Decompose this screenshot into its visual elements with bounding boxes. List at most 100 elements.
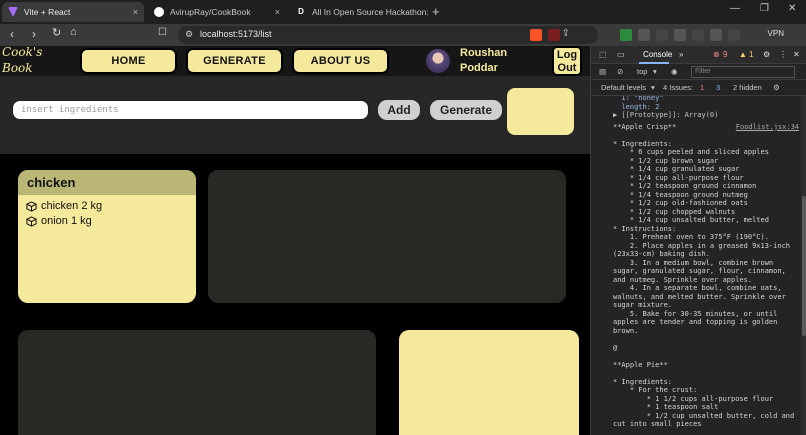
wallet-icon[interactable] bbox=[710, 29, 722, 41]
console-line: * 6 cups peeled and sliced apples bbox=[613, 148, 769, 156]
context-select[interactable]: top bbox=[637, 67, 647, 76]
vpn-button[interactable]: VPN bbox=[768, 29, 784, 38]
logo-line2: Book bbox=[2, 61, 33, 75]
console-line: 1. Preheat oven to 375°F (190°C). bbox=[613, 233, 769, 241]
github-icon bbox=[154, 7, 164, 17]
console-line: **Apple Pie** bbox=[613, 360, 668, 369]
console-line: * 1 1/2 cups all-purpose flour bbox=[613, 394, 774, 403]
console-line: 5. Bake for 30-35 minutes, or until bbox=[613, 309, 778, 318]
console-line: * 1/2 teaspoon ground cinnamon bbox=[613, 182, 757, 190]
browser-window: { "browser": { "tabs": [ {"title": "Vite… bbox=[0, 0, 806, 435]
ingredient-item: onion 1 kg bbox=[26, 215, 92, 227]
levels-dropdown[interactable]: Default levels bbox=[601, 83, 646, 92]
app-logo[interactable]: Cook's Book bbox=[2, 46, 62, 76]
tab-title: Vite + React bbox=[24, 7, 71, 17]
app-page: Cook's Book HOME GENERATE ABOUT US Roush… bbox=[0, 46, 590, 435]
issues-label[interactable]: 4 Issues: bbox=[663, 83, 693, 92]
close-tab-icon[interactable]: × bbox=[133, 7, 138, 17]
generate-button[interactable]: Generate bbox=[430, 100, 502, 120]
add-button[interactable]: Add bbox=[378, 100, 420, 120]
devtools-panel: ⬚ ▭ Console » ⊗ 9 ▲ 1 ⚙ ⋮ ✕ ▤ ⊘ top ▾ ◉ … bbox=[590, 46, 806, 435]
tab-hackathon[interactable]: D All In Open Source Hackathon: At th bbox=[290, 2, 428, 22]
kebab-menu-icon[interactable]: ⋮ bbox=[779, 50, 787, 59]
console-line: @ bbox=[613, 343, 618, 352]
error-count-icon[interactable]: ⊗ bbox=[713, 50, 720, 59]
console-scrollbar[interactable] bbox=[801, 96, 806, 435]
console-line: * 1/4 cup all-purpose flour bbox=[613, 173, 744, 182]
reload-icon[interactable]: ↻ bbox=[52, 26, 61, 39]
box-icon bbox=[26, 215, 37, 227]
console-line: * Ingredients: bbox=[613, 377, 673, 386]
empty-card bbox=[208, 170, 566, 303]
ingredient-controls: Add Generate bbox=[0, 76, 590, 154]
ingredient-card[interactable]: chicken chicken 2 kg onion 1 kg bbox=[18, 170, 196, 303]
share-icon[interactable]: ⇪ bbox=[562, 28, 570, 39]
console-line: * 1/2 cup unsalted butter, cold and bbox=[613, 411, 795, 420]
avatar[interactable] bbox=[426, 49, 450, 73]
menu-icon[interactable] bbox=[728, 29, 740, 41]
clear-console-icon[interactable]: ⊘ bbox=[617, 67, 623, 76]
brave-shield-icon[interactable] bbox=[530, 29, 542, 41]
source-link[interactable]: Foodlist.jsx:34 bbox=[736, 123, 799, 132]
issue-info-count[interactable]: 3 bbox=[716, 83, 720, 92]
console-line: length: 2 bbox=[613, 102, 660, 111]
result-box bbox=[507, 88, 574, 135]
logout-button[interactable]: Log Out bbox=[552, 46, 582, 76]
user-last-name: Poddar bbox=[460, 62, 498, 74]
tab-console[interactable]: Console bbox=[643, 50, 672, 59]
console-line: * 1 teaspoon salt bbox=[613, 403, 719, 411]
brave-rewards-icon[interactable] bbox=[548, 29, 560, 41]
settings-icon[interactable]: ⚙ bbox=[763, 50, 770, 59]
warning-count: 1 bbox=[749, 50, 754, 59]
recipe-list: chicken chicken 2 kg onion 1 kg bbox=[0, 154, 590, 435]
back-icon[interactable]: ‹ bbox=[10, 27, 14, 41]
close-devtools-icon[interactable]: ✕ bbox=[793, 50, 800, 59]
new-tab-button[interactable]: + bbox=[432, 4, 440, 19]
console-line: ▶ [[Prototype]]: Array(0) bbox=[613, 111, 719, 119]
extensions-puzzle-icon[interactable] bbox=[656, 29, 668, 41]
nav-generate-button[interactable]: GENERATE bbox=[186, 48, 283, 74]
console-toolbar: ▤ ⊘ top ▾ ◉ Filter bbox=[591, 64, 806, 80]
close-window-button[interactable]: ✕ bbox=[788, 3, 796, 14]
filter-input[interactable]: Filter bbox=[691, 66, 795, 78]
inspect-icon[interactable]: ⬚ bbox=[599, 50, 607, 59]
console-line: * For the crust: bbox=[613, 386, 698, 394]
download-icon[interactable] bbox=[692, 29, 704, 41]
ingredient-text: onion 1 kg bbox=[41, 215, 92, 227]
extension-icon[interactable] bbox=[620, 29, 632, 41]
maximize-button[interactable]: ❐ bbox=[760, 3, 769, 14]
minimize-button[interactable]: — bbox=[730, 3, 740, 14]
more-tabs-icon[interactable]: » bbox=[679, 50, 683, 59]
console-line: sugar, granulated sugar, flour, cinnamon… bbox=[613, 267, 786, 275]
chevron-down-icon: ▾ bbox=[653, 67, 657, 76]
nav-about-us-button[interactable]: ABOUT US bbox=[292, 48, 389, 74]
browser-toolbar: ‹ › ↻ ⌂ ☐ ⚙ localhost:5173/list ⇪ VPN bbox=[0, 24, 806, 46]
scroll-thumb[interactable] bbox=[802, 196, 806, 336]
tab-vite-react[interactable]: Vite + React × bbox=[2, 2, 144, 22]
ingredient-input[interactable] bbox=[12, 100, 369, 120]
console-line: * 1/4 cup granulated sugar bbox=[613, 165, 740, 173]
forward-icon[interactable]: › bbox=[32, 27, 36, 41]
console-settings-icon[interactable]: ⚙ bbox=[773, 83, 780, 92]
sidebar-toggle-icon[interactable]: ▤ bbox=[599, 67, 606, 76]
warning-count-icon[interactable]: ▲ bbox=[739, 50, 747, 59]
close-tab-icon[interactable]: × bbox=[275, 7, 280, 17]
console-line: 3. In a medium bowl, combine brown bbox=[613, 258, 774, 267]
user-name: Roushan Poddar bbox=[460, 46, 540, 76]
issue-warn-count[interactable]: 1 bbox=[700, 83, 704, 92]
logo-line1: Cook's bbox=[2, 46, 43, 59]
home-icon[interactable]: ⌂ bbox=[70, 26, 77, 38]
console-line: 4. In a separate bowl, combine oats, bbox=[613, 284, 782, 292]
site-info-icon[interactable]: ⚙ bbox=[185, 29, 193, 40]
eye-icon[interactable]: ◉ bbox=[671, 67, 678, 76]
console-line: * Instructions: bbox=[613, 224, 677, 233]
device-icon[interactable]: ▭ bbox=[617, 50, 625, 59]
tab-github-cookbook[interactable]: AvirupRay/CookBook × bbox=[148, 2, 286, 22]
extension-icon[interactable] bbox=[638, 29, 650, 41]
error-count: 9 bbox=[723, 50, 728, 59]
nav-home-button[interactable]: HOME bbox=[80, 48, 177, 74]
sidebar-icon[interactable] bbox=[674, 29, 686, 41]
app-header: Cook's Book HOME GENERATE ABOUT US Roush… bbox=[0, 46, 590, 76]
devtools-tabs: ⬚ ▭ Console » ⊗ 9 ▲ 1 ⚙ ⋮ ✕ bbox=[591, 46, 806, 64]
bookmark-icon[interactable]: ☐ bbox=[158, 27, 167, 38]
